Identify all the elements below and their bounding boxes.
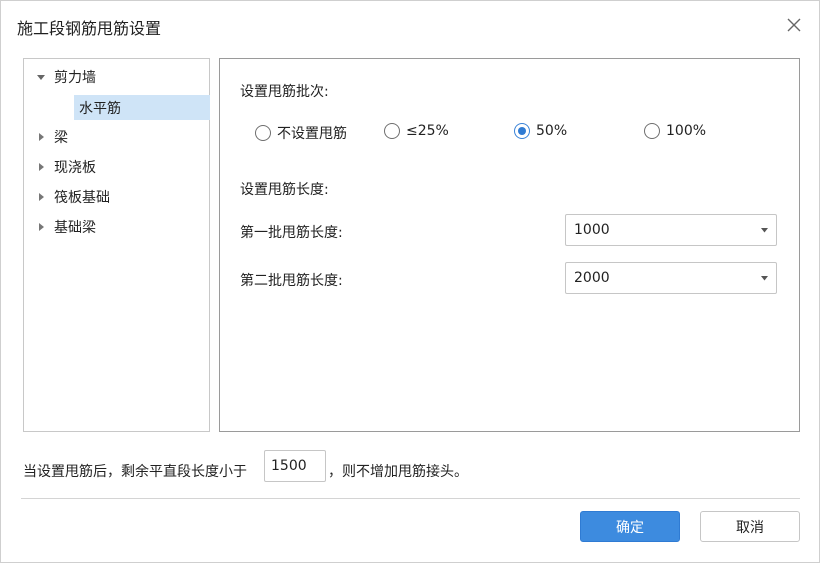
tree-item-label: 筏板基础 <box>54 190 110 206</box>
radio-100-percent[interactable]: 100% <box>644 123 706 139</box>
tree-item-foundation-beam[interactable]: 基础梁 <box>24 214 96 240</box>
radio-no-overhang[interactable]: 不设置甩筋 <box>255 123 347 143</box>
radio-label: ≤25% <box>406 123 449 139</box>
threshold-input[interactable] <box>264 450 326 482</box>
dialog-window: 施工段钢筋甩筋设置 剪力墙 水平筋 梁 现浇板 筏板基础 基础梁 设置甩筋批次:… <box>0 0 820 563</box>
threshold-text-after: ，则不增加甩筋接头。 <box>328 464 468 480</box>
batch-label: 设置甩筋批次: <box>240 84 329 100</box>
settings-panel: 设置甩筋批次: 不设置甩筋 ≤25% 50% 100% 设置甩筋长度: 第一批甩… <box>219 58 800 432</box>
second-batch-label: 第二批甩筋长度: <box>240 273 343 289</box>
first-batch-length-select[interactable]: 1000 <box>565 214 777 246</box>
dialog-title: 施工段钢筋甩筋设置 <box>17 19 162 38</box>
collapsed-arrow-icon[interactable] <box>36 162 46 172</box>
radio-25-percent[interactable]: ≤25% <box>384 123 449 139</box>
tree-item-beam[interactable]: 梁 <box>24 124 68 150</box>
radio-circle[interactable] <box>255 125 271 141</box>
select-value: 2000 <box>574 270 610 286</box>
select-value: 1000 <box>574 222 610 238</box>
first-batch-label: 第一批甩筋长度: <box>240 225 343 241</box>
tree-item-label: 水平筋 <box>79 100 121 117</box>
tree-item-label: 梁 <box>54 130 68 146</box>
tree-item-horizontal-rebar[interactable]: 水平筋 <box>74 95 210 120</box>
collapsed-arrow-icon[interactable] <box>36 132 46 142</box>
tree-item-shear-wall[interactable]: 剪力墙 <box>24 64 96 90</box>
radio-50-percent[interactable]: 50% <box>514 123 567 139</box>
expanded-arrow-icon[interactable] <box>36 72 46 82</box>
radio-label: 不设置甩筋 <box>277 126 347 142</box>
radio-circle[interactable] <box>644 123 660 139</box>
radio-label: 50% <box>536 123 568 139</box>
dropdown-arrow-icon <box>761 276 768 281</box>
radio-label: 100% <box>666 123 707 139</box>
tree-item-label: 现浇板 <box>54 160 96 176</box>
cancel-button[interactable]: 取消 <box>700 511 800 542</box>
collapsed-arrow-icon[interactable] <box>36 222 46 232</box>
length-label: 设置甩筋长度: <box>240 182 329 198</box>
collapsed-arrow-icon[interactable] <box>36 192 46 202</box>
tree-item-label: 基础梁 <box>54 220 96 236</box>
tree-item-cast-slab[interactable]: 现浇板 <box>24 154 96 180</box>
radio-circle-checked[interactable] <box>514 123 530 139</box>
close-button[interactable] <box>783 14 805 36</box>
threshold-text-before: 当设置甩筋后，剩余平直段长度小于 <box>23 464 247 480</box>
tree-item-label: 剪力墙 <box>54 70 96 86</box>
second-batch-length-select[interactable]: 2000 <box>565 262 777 294</box>
close-icon <box>787 18 801 32</box>
category-tree: 剪力墙 水平筋 梁 现浇板 筏板基础 基础梁 <box>23 58 210 432</box>
tree-item-raft-foundation[interactable]: 筏板基础 <box>24 184 110 210</box>
dropdown-arrow-icon <box>761 228 768 233</box>
radio-circle[interactable] <box>384 123 400 139</box>
ok-button[interactable]: 确定 <box>580 511 680 542</box>
footer-divider <box>21 498 800 499</box>
